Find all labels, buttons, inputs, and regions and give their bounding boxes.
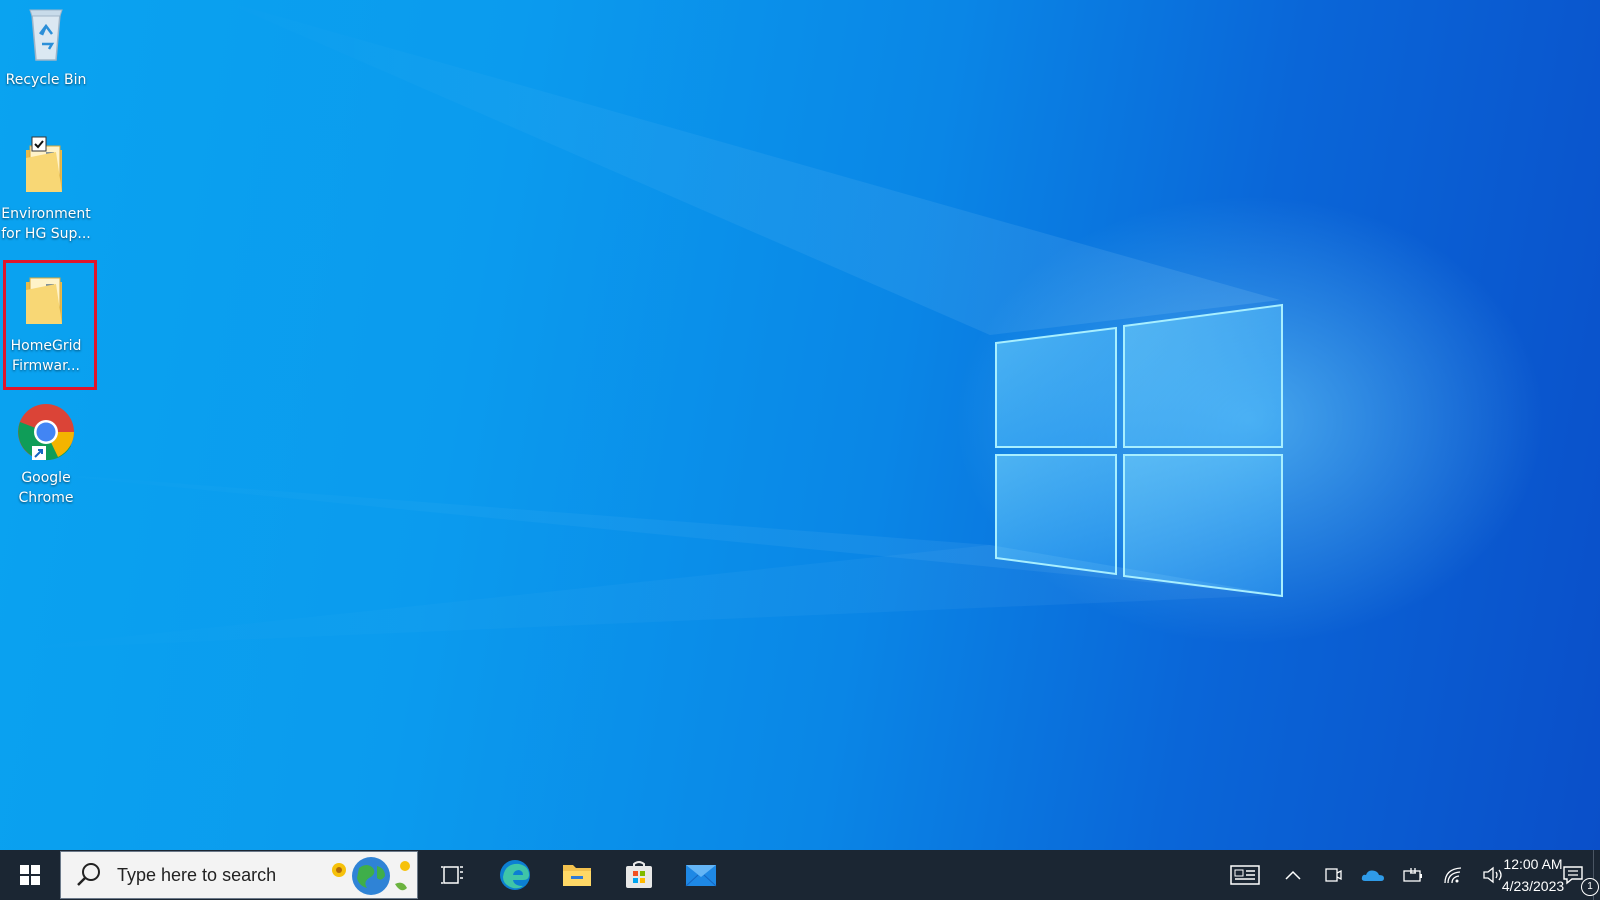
news-button[interactable]: [1217, 850, 1273, 900]
mail-icon: [685, 865, 717, 887]
folder-icon: [16, 136, 76, 198]
volume-icon: [1483, 866, 1502, 884]
action-center-button[interactable]: 1: [1553, 850, 1599, 900]
onedrive-icon: [1361, 870, 1384, 881]
windows-logo-icon: [20, 865, 40, 885]
microsoft-store-taskbar-button[interactable]: [608, 850, 670, 900]
folder-icon: [16, 270, 76, 330]
desktop-icon-environment-folder[interactable]: Environment for HG Sup...: [0, 136, 92, 244]
recycle-bin-icon: [16, 4, 76, 64]
desktop-icon-label: Recycle Bin: [5, 72, 87, 88]
network-button[interactable]: [1433, 850, 1473, 900]
wifi-icon: [1444, 867, 1462, 884]
system-tray: 12:00 AM 4/23/2023 1: [1217, 850, 1600, 900]
shortcut-arrow-icon: [32, 446, 46, 460]
meet-icon: [1325, 868, 1342, 882]
taskbar: Type here to search 12:00 AM 4/23/2023 1: [0, 850, 1600, 900]
checkbox-icon[interactable]: [31, 136, 47, 152]
desktop-icon-homegrid-folder[interactable]: HomeGrid Firmwar...: [0, 270, 92, 376]
battery-icon: [1403, 868, 1422, 882]
search-icon: [61, 862, 117, 888]
search-placeholder: Type here to search: [117, 864, 277, 885]
store-icon: [626, 861, 652, 888]
task-view-button[interactable]: [422, 850, 484, 900]
news-icon: [1230, 865, 1260, 885]
mail-taskbar-button[interactable]: [670, 850, 732, 900]
chevron-up-icon: [1285, 870, 1301, 880]
desktop-icon-recycle-bin[interactable]: Recycle Bin: [0, 4, 92, 90]
chrome-icon: [16, 402, 76, 462]
notification-icon: [1563, 866, 1583, 885]
edge-icon: [500, 860, 530, 890]
desktop-icon-google-chrome[interactable]: Google Chrome: [0, 402, 92, 508]
desktop-icon-label: HomeGrid Firmwar...: [10, 338, 82, 374]
file-explorer-icon: [563, 865, 591, 886]
taskbar-search-box[interactable]: Type here to search: [60, 851, 418, 899]
desktop-icon-label: Google Chrome: [18, 470, 74, 506]
wallpaper: [0, 0, 1283, 650]
battery-button[interactable]: [1393, 850, 1433, 900]
start-button[interactable]: [0, 850, 60, 900]
edge-taskbar-button[interactable]: [484, 850, 546, 900]
earth-day-icon: [325, 854, 413, 903]
notification-count-badge: 1: [1581, 878, 1599, 896]
desktop-icon-label: Environment for HG Sup...: [1, 206, 91, 242]
meet-now-button[interactable]: [1313, 850, 1353, 900]
show-hidden-icons-button[interactable]: [1273, 850, 1313, 900]
file-explorer-taskbar-button[interactable]: [546, 850, 608, 900]
desktop: Recycle Bin Environment for HG Sup... Ho…: [0, 0, 1600, 850]
onedrive-button[interactable]: [1353, 850, 1393, 900]
clock[interactable]: 12:00 AM 4/23/2023: [1502, 850, 1564, 900]
task-view-icon: [441, 866, 463, 884]
